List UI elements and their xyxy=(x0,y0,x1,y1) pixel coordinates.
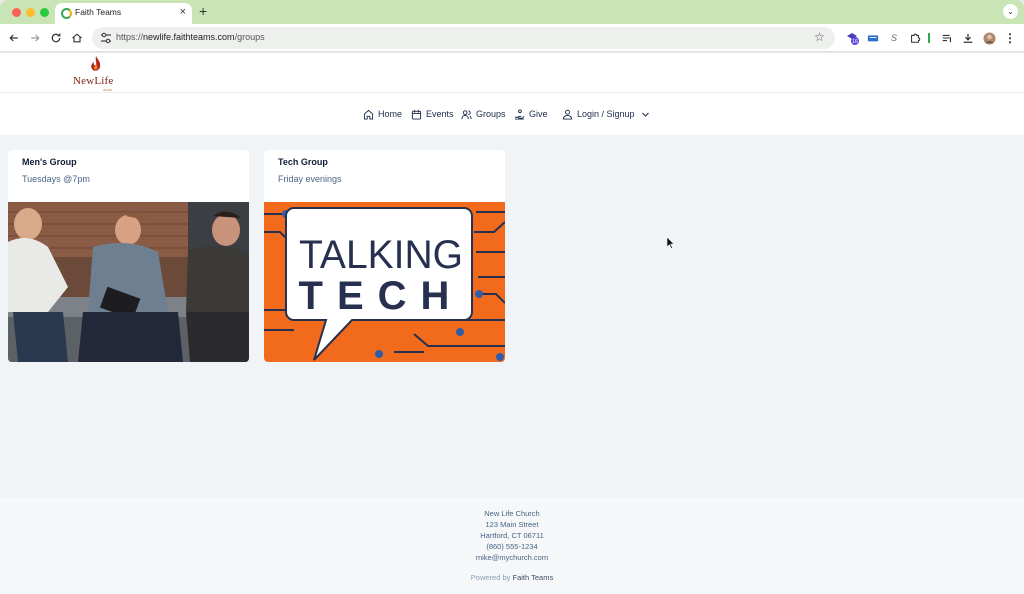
extension-badge-icon[interactable]: 16 xyxy=(845,31,859,45)
site-header: NewLife church xyxy=(0,53,1024,93)
arrow-left-icon xyxy=(9,34,18,42)
tab-close-button[interactable]: × xyxy=(180,6,186,18)
back-button[interactable] xyxy=(6,30,22,46)
footer-street: 123 Main Street xyxy=(485,520,539,529)
logo-wordmark: NewLife xyxy=(73,75,114,87)
url-text[interactable]: https://newlife.faithteams.com/groups xyxy=(116,32,265,42)
mouse-cursor-icon xyxy=(667,237,675,249)
nav-groups[interactable]: Groups xyxy=(461,107,506,121)
nav-groups-label: Groups xyxy=(476,109,506,119)
talking-tech-text-2: TECH xyxy=(299,274,464,318)
tab-search-button[interactable]: ⌄ xyxy=(1003,4,1018,19)
site-settings-icon[interactable] xyxy=(99,31,113,45)
toolbar-divider xyxy=(928,33,930,43)
talking-tech-banner: TALKING TECH xyxy=(264,202,505,362)
church-logo[interactable]: NewLife church xyxy=(73,55,121,92)
browser-toolbar: https://newlife.faithteams.com/groups ☆ … xyxy=(0,24,1024,52)
arrow-right-icon xyxy=(31,34,40,42)
main-navigation: Home Events Groups Give Login / Signup xyxy=(0,93,1024,135)
nav-home-label: Home xyxy=(378,109,403,119)
group-schedule: Friday evenings xyxy=(278,174,342,184)
footer-email[interactable]: mike@mychurch.com xyxy=(0,553,1024,562)
group-title: Tech Group xyxy=(278,157,328,167)
reload-icon xyxy=(51,33,61,43)
flame-icon xyxy=(91,56,101,71)
nav-home[interactable]: Home xyxy=(363,107,402,121)
hand-coin-icon xyxy=(514,108,525,120)
maximize-window-button[interactable] xyxy=(40,8,49,17)
chevron-down-icon xyxy=(641,112,649,117)
tab-title: Faith Teams xyxy=(75,7,122,17)
footer-powered-by: Powered by Faith Teams xyxy=(0,573,1024,582)
profile-avatar[interactable] xyxy=(982,31,996,45)
extension-s-icon[interactable]: S xyxy=(887,31,901,45)
group-card-mens[interactable]: Men's Group Tuesdays @7pm xyxy=(8,150,249,362)
url-host: newlife.faithteams.com xyxy=(143,32,235,42)
group-schedule: Tuesdays @7pm xyxy=(22,174,90,184)
nav-events-label: Events xyxy=(426,109,454,119)
powered-prefix: Powered by xyxy=(470,573,511,582)
extension-keyboard-icon[interactable] xyxy=(866,31,880,45)
talking-tech-text-1: TALKING xyxy=(299,233,463,277)
home-button[interactable] xyxy=(69,30,85,46)
home-icon xyxy=(72,33,82,43)
minimize-window-button[interactable] xyxy=(26,8,35,17)
group-title: Men's Group xyxy=(22,157,77,167)
url-path: /groups xyxy=(234,32,265,42)
nav-give-label: Give xyxy=(529,109,548,119)
home-icon xyxy=(363,109,374,120)
nav-login-label: Login / Signup xyxy=(577,109,635,119)
url-scheme: https:// xyxy=(116,32,144,42)
faith-teams-favicon-icon xyxy=(61,8,72,19)
reload-button[interactable] xyxy=(48,30,64,46)
site-footer: New Life Church 123 Main Street Hartford… xyxy=(0,498,1024,594)
calendar-icon xyxy=(411,109,422,120)
bookmark-star-icon[interactable]: ☆ xyxy=(814,30,828,44)
forward-button[interactable] xyxy=(27,30,43,46)
nav-give[interactable]: Give xyxy=(514,107,548,121)
nav-events[interactable]: Events xyxy=(411,107,454,121)
mens-group-photo xyxy=(8,202,249,362)
logo-subtext: church xyxy=(103,88,113,92)
browser-tab[interactable]: Faith Teams × xyxy=(55,3,192,24)
footer-phone[interactable]: (860) 555-1234 xyxy=(0,542,1024,551)
page-content: NewLife church Home Events Groups Give L… xyxy=(0,53,1024,594)
new-tab-button[interactable]: + xyxy=(199,4,207,18)
browser-menu-icon[interactable]: ⋮ xyxy=(1003,31,1017,45)
extension-badge-count: 16 xyxy=(852,39,858,45)
group-card-tech[interactable]: Tech Group Friday evenings TALKING TECH xyxy=(264,150,505,362)
powered-brand-link[interactable]: Faith Teams xyxy=(512,573,553,582)
users-icon xyxy=(461,109,472,119)
footer-church-name: New Life Church xyxy=(484,509,540,518)
footer-city: Hartford, CT 06711 xyxy=(480,531,544,540)
close-window-button[interactable] xyxy=(12,8,21,17)
browser-titlebar: Faith Teams × + ⌄ xyxy=(0,0,1024,24)
address-bar[interactable]: https://newlife.faithteams.com/groups ☆ xyxy=(92,27,835,49)
downloads-icon[interactable] xyxy=(961,31,975,45)
extensions-puzzle-icon[interactable] xyxy=(908,31,922,45)
reading-list-icon[interactable] xyxy=(940,31,954,45)
user-icon xyxy=(562,109,573,120)
nav-login-dropdown[interactable]: Login / Signup xyxy=(562,107,650,121)
